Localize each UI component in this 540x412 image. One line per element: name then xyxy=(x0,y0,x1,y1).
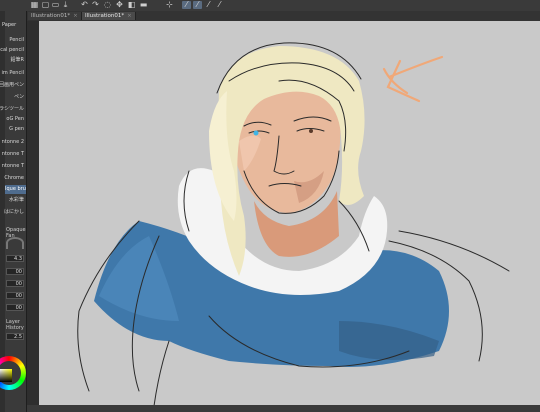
tool-property-panel: Paper Pencil ical pencil 鉛筆R im Pencil 回… xyxy=(0,11,27,412)
brush-size-dial[interactable] xyxy=(6,237,24,249)
open-icon[interactable]: ▭ xyxy=(51,1,60,9)
color-picker-square[interactable] xyxy=(0,369,12,382)
brush-item[interactable]: ラシツール xyxy=(0,105,24,114)
value-field[interactable]: 00 xyxy=(6,280,24,287)
drawing-canvas[interactable] xyxy=(39,21,540,408)
close-icon[interactable]: × xyxy=(73,13,78,19)
brush-item[interactable]: ntonne 2 xyxy=(2,138,24,147)
value-field[interactable]: 2.5 xyxy=(6,333,24,340)
brush-item[interactable]: はにかし xyxy=(4,208,24,217)
undo-icon[interactable]: ↶ xyxy=(80,1,89,9)
value-field[interactable]: 00 xyxy=(6,268,24,275)
eye-right xyxy=(309,129,313,133)
color-wheel[interactable] xyxy=(0,356,26,390)
status-bar xyxy=(27,405,540,412)
brush-item[interactable]: 回画用ペン xyxy=(0,81,24,90)
transform-icon[interactable]: ✥ xyxy=(115,1,124,9)
tab-document-active[interactable]: Illustration01* × xyxy=(82,12,136,20)
brush-item[interactable]: Chrome xyxy=(4,174,24,183)
panel-header: Paper xyxy=(2,22,17,28)
illustration xyxy=(77,42,510,407)
brush-item[interactable]: im Pencil xyxy=(2,69,24,78)
snap-special-icon[interactable]: ⁄ xyxy=(193,1,202,9)
redo-icon[interactable]: ↷ xyxy=(91,1,100,9)
snap-icon[interactable]: ⊹ xyxy=(165,1,174,9)
lasso-icon[interactable]: ◌ xyxy=(103,1,112,9)
canvas-area xyxy=(27,21,540,412)
brush-item[interactable]: 水彩筆 xyxy=(9,196,24,205)
color-wheel-center xyxy=(0,361,21,385)
brush-item[interactable]: G pen xyxy=(9,125,24,134)
ruler-icon[interactable]: ▬ xyxy=(139,1,148,9)
value-field[interactable]: 00 xyxy=(6,292,24,299)
value-field[interactable]: 4.3 xyxy=(6,255,24,262)
tab-label: Illustration01* xyxy=(85,13,125,19)
snap-tool-icon[interactable]: ⁄ xyxy=(204,1,213,9)
save-icon[interactable]: ⤓ xyxy=(61,1,70,9)
snap-edit-icon[interactable]: ⁄ xyxy=(215,1,224,9)
brush-item[interactable]: Pencil xyxy=(9,36,24,45)
section-label: Layer History xyxy=(6,319,24,331)
new-icon[interactable]: ▢ xyxy=(41,1,50,9)
tab-label: Illustration01* xyxy=(31,13,71,19)
close-icon[interactable]: × xyxy=(127,13,132,19)
value-field[interactable]: 00 xyxy=(6,304,24,311)
fill-icon[interactable]: ◧ xyxy=(127,1,136,9)
brush-item[interactable]: ical pencil xyxy=(0,46,24,55)
brush-item[interactable]: ntonne T xyxy=(2,162,24,171)
brush-item[interactable]: ntonne T xyxy=(2,150,24,159)
brush-item[interactable]: oG Pen xyxy=(6,115,24,124)
document-tabs: Illustration01* × Illustration01* × xyxy=(26,11,540,21)
snap-grid-icon[interactable]: ⁄ xyxy=(182,1,191,9)
arrow-sketch xyxy=(382,55,444,103)
grid-icon[interactable]: ▦ xyxy=(30,1,39,9)
brush-item[interactable]: 鉛筆R xyxy=(11,56,24,65)
brush-item-selected[interactable]: Ique brush xyxy=(5,185,26,194)
eye-left xyxy=(253,130,259,136)
tab-document[interactable]: Illustration01* × xyxy=(28,12,82,20)
brush-item[interactable]: ペン xyxy=(14,93,24,102)
